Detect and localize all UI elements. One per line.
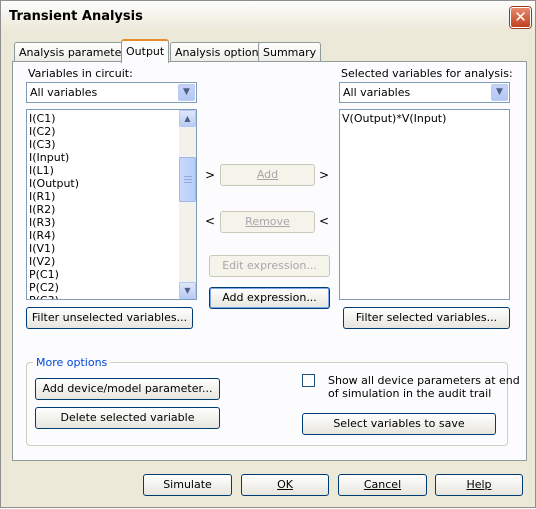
panel-content: Variables in circuit: All variables ▼ I(… xyxy=(1,1,536,509)
left-list-scrollbar[interactable]: ▲ ▼ xyxy=(179,110,196,299)
circuit-variables-list[interactable]: I(C1) I(C2) I(C3) I(Input) I(L1) I(Output) I(R… xyxy=(26,109,197,300)
delete-selected-variable-button[interactable]: Delete selected variable xyxy=(35,407,220,429)
grip-line xyxy=(184,179,192,180)
show-all-params-label-line2: of simulation in the audit trail xyxy=(328,387,492,400)
chevron-down-icon[interactable]: ▼ xyxy=(491,84,508,101)
scroll-down-icon[interactable]: ▼ xyxy=(179,282,196,299)
selected-variables-list[interactable]: V(Output)*V(Input) xyxy=(339,109,510,300)
list-item[interactable]: I(V2) xyxy=(27,255,196,268)
grip-line xyxy=(184,176,192,177)
variables-in-circuit-label: Variables in circuit: xyxy=(28,67,133,80)
filter-selected-button[interactable]: Filter selected variables... xyxy=(343,307,510,329)
more-options-legend: More options xyxy=(33,356,111,369)
add-button[interactable]: Add xyxy=(220,164,315,186)
scroll-thumb[interactable] xyxy=(179,157,196,202)
add-button-label: Add xyxy=(256,168,279,181)
list-item[interactable]: I(R3) xyxy=(27,216,196,229)
show-all-params-label-line1: Show all device parameters at end xyxy=(328,374,520,387)
select-variables-to-save-button[interactable]: Select variables to save xyxy=(302,413,496,435)
list-item[interactable]: I(V1) xyxy=(27,242,196,255)
chevron-down-icon[interactable]: ▼ xyxy=(178,84,195,101)
list-item[interactable]: I(R2) xyxy=(27,203,196,216)
arrow-right-glyph: > xyxy=(205,168,216,182)
filter-unselected-button[interactable]: Filter unselected variables... xyxy=(26,307,193,329)
scroll-up-icon[interactable]: ▲ xyxy=(179,110,196,127)
arrow-left-glyph: < xyxy=(319,214,330,228)
show-all-params-checkbox[interactable] xyxy=(302,374,315,387)
right-filter-select[interactable]: All variables ▼ xyxy=(339,82,510,103)
grip-line xyxy=(184,182,192,183)
list-item[interactable]: I(Output) xyxy=(27,177,196,190)
left-filter-select[interactable]: All variables ▼ xyxy=(26,82,197,103)
selected-variables-items: V(Output)*V(Input) xyxy=(340,110,509,125)
add-device-model-parameter-button[interactable]: Add device/model parameter... xyxy=(35,378,220,400)
arrow-right-glyph: > xyxy=(319,168,330,182)
list-item[interactable]: I(C3) xyxy=(27,138,196,151)
selected-variables-label: Selected variables for analysis: xyxy=(341,67,513,80)
list-item[interactable]: P(C2) xyxy=(27,281,196,294)
list-item[interactable]: I(L1) xyxy=(27,164,196,177)
list-item[interactable]: V(Output)*V(Input) xyxy=(340,112,509,125)
list-item[interactable]: I(C1) xyxy=(27,112,196,125)
circuit-variables-items: I(C1) I(C2) I(C3) I(Input) I(L1) I(Output) I(R… xyxy=(27,110,196,299)
list-item[interactable]: I(C2) xyxy=(27,125,196,138)
list-item[interactable]: I(Input) xyxy=(27,151,196,164)
remove-button-label: Remove xyxy=(245,215,290,228)
right-filter-value: All variables xyxy=(343,86,411,99)
transient-analysis-dialog: Transient Analysis ✕ Analysis parameters… xyxy=(0,0,536,508)
list-item[interactable]: P(C1) xyxy=(27,268,196,281)
add-expression-button[interactable]: Add expression... xyxy=(209,287,330,309)
left-filter-value: All variables xyxy=(30,86,98,99)
list-item[interactable]: I(R4) xyxy=(27,229,196,242)
arrow-left-glyph: < xyxy=(205,214,216,228)
edit-expression-button[interactable]: Edit expression... xyxy=(209,255,330,277)
list-item[interactable]: P(C3) xyxy=(27,294,196,299)
list-item[interactable]: I(R1) xyxy=(27,190,196,203)
remove-button[interactable]: Remove xyxy=(220,211,315,233)
